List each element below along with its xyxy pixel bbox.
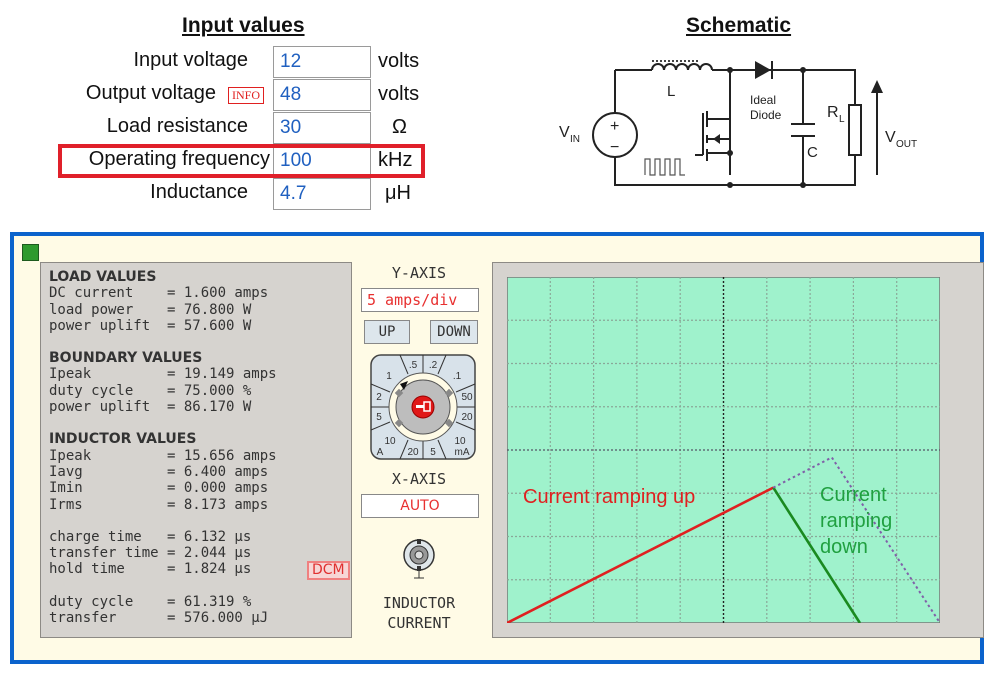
input-field[interactable]: 30: [273, 112, 371, 144]
x-axis-scale-field: AUTO: [361, 494, 479, 518]
inductor-coil: [651, 63, 713, 71]
probe-label: INDUCTOR: [382, 594, 456, 612]
boundary-values-title: BOUNDARY VALUES: [49, 350, 203, 367]
readout-row: power uplift = 86.170 W: [49, 399, 252, 416]
readout-row: load power = 76.800 W: [49, 301, 252, 318]
rl-label: R: [827, 104, 839, 121]
readout-row: transfer time = 2.044 μs: [49, 545, 252, 562]
probe-connector-icon[interactable]: [402, 538, 436, 580]
vout-label: V: [885, 129, 896, 146]
readout-row: duty cycle = 61.319 %: [49, 593, 252, 610]
dial-label: .1: [453, 371, 462, 382]
readout-row: Iavg = 6.400 amps: [49, 463, 269, 480]
input-field[interactable]: 4.7: [273, 178, 371, 210]
readout-row: hold time = 1.824 μs: [49, 561, 252, 578]
readout-row: DC current = 1.600 amps: [49, 285, 269, 302]
status-indicator[interactable]: [22, 244, 39, 261]
diode-label: Ideal: [750, 93, 776, 107]
rl-subscript: L: [839, 114, 845, 125]
diode-label-2: Diode: [750, 108, 782, 122]
schematic-heading: Schematic: [686, 14, 792, 37]
input-unit: Ω: [392, 116, 407, 138]
readout-row: Ipeak = 15.656 amps: [49, 447, 277, 464]
arrow-up-icon: [871, 80, 883, 93]
dial-label: .2: [429, 360, 438, 371]
dial-label: 20: [461, 412, 473, 423]
input-unit: volts: [378, 50, 420, 72]
input-label: Input voltage: [133, 49, 248, 71]
y-scale-down-button[interactable]: DOWN: [430, 320, 478, 344]
readout-row: duty cycle = 75.000 %: [49, 382, 252, 399]
readout-row: transfer = 576.000 μJ: [49, 610, 269, 627]
ramp-down-annotation: Current ramping down: [820, 484, 893, 558]
dial-label: 10: [454, 436, 466, 447]
input-values-heading: Input values: [182, 14, 305, 37]
mode-badge: DCM: [307, 560, 350, 580]
y-axis-label: Y-AXIS: [391, 264, 447, 282]
capacitor-label: C: [807, 144, 818, 161]
input-field[interactable]: 48: [273, 79, 371, 111]
readout-row: Imin = 0.000 amps: [49, 480, 269, 497]
vout-subscript: OUT: [896, 139, 917, 150]
readout-row: power uplift = 57.600 W: [49, 317, 252, 334]
readout-row: charge time = 6.132 μs: [49, 528, 252, 545]
readout-panel: LOAD VALUES DC current = 1.600 amps load …: [40, 262, 352, 638]
inductor-values-title: INDUCTOR VALUES: [49, 431, 197, 448]
resistor-icon: [848, 104, 862, 156]
boost-schematic: + − L Ideal Diode V IN C R L V OUT: [559, 60, 917, 188]
y-scale-up-button[interactable]: UP: [364, 320, 410, 344]
diode-icon: [755, 61, 771, 79]
dial-label: 1: [386, 371, 392, 382]
dial-label: 2: [376, 392, 382, 403]
input-label: Load resistance: [106, 115, 248, 137]
dial-label: 50: [461, 392, 473, 403]
x-axis-label: X-AXIS: [391, 470, 447, 488]
y-axis-scale-field: 5 amps/div: [361, 288, 479, 312]
inductor-label: L: [667, 83, 675, 100]
dial-label: 5: [376, 412, 382, 423]
minus-sign: −: [610, 139, 619, 156]
y-scale-dial[interactable]: .5 .2 .1 50 20 10 5 20 10 5 2 1 A mA: [370, 354, 476, 460]
input-label: Output voltage: [85, 82, 216, 104]
input-unit: volts: [378, 83, 420, 105]
input-unit: μH: [385, 182, 411, 204]
simulator-panel: LOAD VALUES DC current = 1.600 amps load …: [10, 232, 984, 664]
dial-unit-amps: A: [377, 447, 384, 458]
readout-row: Irms = 8.173 amps: [49, 496, 269, 513]
oscilloscope-plot: [507, 277, 940, 623]
dial-label: 5: [430, 447, 436, 458]
readout-row: Ipeak = 19.149 amps: [49, 366, 277, 383]
input-label: Inductance: [150, 181, 248, 203]
info-button[interactable]: INFO: [228, 87, 265, 104]
dial-label: 20: [407, 447, 419, 458]
load-values-title: LOAD VALUES: [49, 269, 157, 285]
input-field[interactable]: 12: [273, 46, 371, 78]
plus-sign: +: [610, 118, 619, 135]
vin-subscript: IN: [570, 134, 580, 145]
ramp-up-annotation: Current ramping up: [523, 486, 696, 508]
probe-label-2: CURRENT: [387, 614, 451, 632]
highlight-frame: [58, 144, 425, 178]
dial-label: .5: [409, 360, 418, 371]
vin-label: V: [559, 124, 570, 141]
dial-unit-milliamps: mA: [455, 447, 470, 458]
dial-label: 10: [384, 436, 396, 447]
